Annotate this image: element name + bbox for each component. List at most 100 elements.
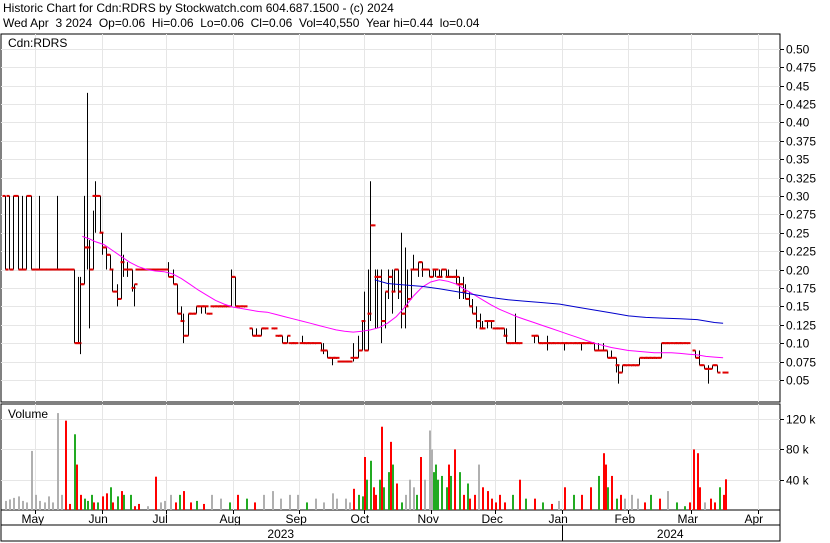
- price-bar: [658, 342, 665, 359]
- volume-bar: [306, 502, 308, 510]
- volume-bar: [106, 493, 108, 510]
- volume-bar: [603, 453, 605, 510]
- price-bar: [608, 350, 615, 359]
- price-tick-label: 0.20: [786, 264, 810, 278]
- month-axis-frame: [0, 509, 781, 526]
- price-bar: [206, 312, 213, 315]
- price-bar: [324, 349, 331, 359]
- price-bar: [516, 342, 523, 345]
- volume-bar: [637, 498, 639, 510]
- moving-average-lines: [82, 235, 724, 359]
- volume-bar: [9, 499, 11, 510]
- volume-panel-label: Volume: [8, 407, 48, 421]
- volume-bar: [429, 430, 431, 510]
- price-bar: [114, 284, 121, 307]
- volume-bar: [80, 494, 82, 510]
- volume-bar: [504, 502, 506, 510]
- volume-bar: [719, 487, 721, 510]
- volume-bar: [611, 475, 613, 510]
- volume-bar: [564, 487, 566, 510]
- price-tick-label: 0.15: [786, 300, 810, 314]
- volume-bar: [616, 498, 618, 510]
- price-tick-label: 0.325: [786, 172, 816, 186]
- volume-tick-label: 80 k: [786, 443, 810, 457]
- volume-bar: [332, 493, 334, 510]
- volume-bar: [123, 494, 125, 510]
- volume-bar: [519, 479, 521, 510]
- volume-bar: [44, 502, 46, 510]
- price-tick-label: 0.375: [786, 135, 816, 149]
- volume-bar: [102, 496, 104, 510]
- volume-bar: [91, 494, 93, 510]
- volume-bar: [390, 441, 392, 510]
- month-label: Dec: [482, 512, 503, 526]
- chart-canvas: 0.05 0.075 0.10 0.125 0.15 0.175 0.20 0.225 0.25…: [0, 33, 816, 542]
- price-bar: [333, 356, 340, 359]
- volume-bar: [323, 502, 325, 510]
- price-bar: [23, 194, 30, 271]
- month-label: Oct: [351, 512, 370, 526]
- price-bar: [312, 342, 319, 345]
- price-bar: [636, 356, 643, 367]
- volume-bar: [495, 502, 497, 510]
- month-label: Sep: [286, 512, 308, 526]
- volume-bar: [631, 494, 633, 510]
- volume-bar: [704, 502, 706, 510]
- volume-bar: [246, 498, 248, 510]
- volume-bar: [183, 491, 185, 510]
- price-tick-label: 0.25: [786, 227, 810, 241]
- price-bar: [453, 269, 460, 285]
- volume-bar: [482, 487, 484, 510]
- volume-bar: [605, 464, 607, 510]
- price-tick-label: 0.175: [786, 282, 816, 296]
- volume-bars: [5, 413, 727, 510]
- price-tick-label: 0.30: [786, 190, 810, 204]
- volume-bar: [714, 502, 716, 510]
- volume-bar: [220, 498, 222, 510]
- price-bar: [103, 246, 110, 270]
- symbol-label: Cdn:RDRS: [8, 36, 67, 50]
- volume-bar: [463, 494, 465, 510]
- volume-bar: [697, 453, 699, 510]
- price-bar: [198, 305, 205, 314]
- price-bar: [284, 334, 291, 345]
- volume-bar: [431, 449, 433, 510]
- volume-bar: [624, 498, 626, 510]
- price-bar: [355, 335, 362, 359]
- volume-bar: [525, 498, 527, 510]
- price-bar: [19, 195, 26, 271]
- year-label: 2023: [267, 527, 294, 541]
- volume-bar: [459, 472, 461, 510]
- volume-bar: [263, 494, 265, 510]
- price-bar: [456, 276, 463, 299]
- price-bar: [535, 334, 542, 345]
- volume-bar: [121, 491, 123, 510]
- price-tick-label: 0.40: [786, 116, 810, 130]
- volume-bar: [534, 498, 536, 510]
- price-bar: [722, 371, 729, 374]
- volume-bar: [297, 494, 299, 510]
- volume-bar: [413, 487, 415, 510]
- price-bar: [54, 195, 61, 271]
- volume-bar: [170, 494, 172, 510]
- volume-bar: [693, 449, 695, 510]
- volume-bar: [190, 502, 192, 510]
- volume-bar: [590, 487, 592, 510]
- price-bar: [131, 283, 138, 307]
- volume-bar: [388, 472, 390, 510]
- volume-bar: [87, 500, 89, 510]
- price-bar: [6, 194, 13, 271]
- volume-bar: [61, 494, 63, 510]
- volume-bar: [196, 500, 198, 510]
- price-bar: [578, 342, 585, 351]
- volume-bar: [138, 503, 140, 510]
- price-bar: [15, 194, 22, 271]
- price-bar: [279, 334, 286, 345]
- moving-average-long-line: [374, 279, 724, 324]
- volume-bar: [598, 475, 600, 510]
- volume-bar: [433, 472, 435, 510]
- volume-bar: [373, 487, 375, 510]
- volume-bar: [147, 506, 149, 510]
- price-bar: [512, 313, 519, 345]
- volume-bar: [26, 502, 28, 510]
